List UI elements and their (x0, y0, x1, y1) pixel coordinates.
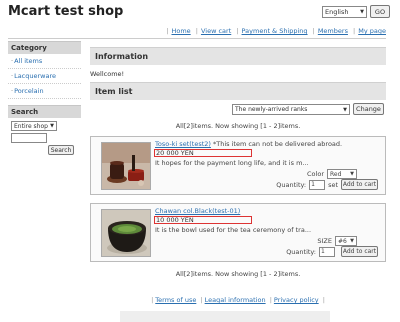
chevron-down-icon: ▼ (350, 171, 354, 177)
sidebar: Category ·All items ·Lacquerware ·Porcel… (8, 41, 81, 158)
header-divider (8, 38, 386, 39)
chevron-down-icon: ▼ (50, 123, 54, 129)
search-input[interactable] (11, 133, 47, 143)
price-label: 20 000 YEN (154, 149, 252, 157)
add-to-cart-button[interactable]: Add to cart (341, 246, 378, 257)
category-heading: Category (8, 41, 81, 54)
quantity-input[interactable]: 1 (319, 246, 335, 257)
option-row: SIZE #6 ▼ (317, 236, 357, 246)
item-list-heading: Item list (90, 82, 386, 100)
language-value: English (325, 8, 349, 16)
chevron-down-icon: ▼ (360, 9, 364, 15)
unit-label: set (328, 180, 338, 189)
nav-members[interactable]: Members (318, 27, 348, 35)
price-label: 10 000 YEN (154, 216, 252, 224)
footer-terms-link[interactable]: Terms of use (155, 296, 196, 304)
sidebar-item-lacquerware[interactable]: ·Lacquerware (8, 69, 81, 84)
item-count-top: All[2]items. Now showing [1 - 2]items. (175, 122, 301, 130)
add-to-cart-button[interactable]: Add to cart (341, 179, 378, 190)
footer-privacy-link[interactable]: Privacy policy (274, 296, 319, 304)
product-description: It hopes for the payment long life, and … (155, 159, 309, 167)
quantity-label: Quantity: (286, 247, 316, 256)
delivery-note: *This item can not be delivered abroad. (210, 140, 343, 148)
quantity-label: Quantity: (276, 180, 307, 189)
top-navigation: | Home | View cart | Payment & Shipping | Me… (166, 27, 386, 35)
option-label: SIZE (317, 237, 332, 245)
product-description: It is the bowl used for the tea ceremony… (155, 226, 312, 234)
quantity-input[interactable]: 1 (309, 179, 326, 190)
search-scope-select[interactable]: Entire shop ▼ (11, 121, 57, 131)
size-select[interactable]: #6 ▼ (335, 236, 357, 246)
product-image[interactable] (101, 209, 151, 257)
nav-payment-shipping[interactable]: Payment & Shipping (242, 27, 308, 35)
nav-view-cart[interactable]: View cart (201, 27, 231, 35)
sidebar-item-porcelain[interactable]: ·Porcelain (8, 84, 81, 99)
product-name-link[interactable]: Chawan col.Black(test-01) (155, 207, 240, 215)
chevron-down-icon: ▼ (343, 106, 347, 113)
list-item: Toso-ki set(test2) *This item can not be… (90, 136, 386, 195)
language-select[interactable]: English ▼ (322, 6, 367, 18)
search-heading: Search (8, 105, 81, 118)
nav-home[interactable]: Home (171, 27, 190, 35)
nav-my-page[interactable]: My page (358, 27, 386, 35)
search-panel: Entire shop ▼ Search (8, 118, 81, 158)
information-heading: Information (90, 47, 386, 65)
item-count-bottom: All[2]items. Now showing [1 - 2]items. (175, 270, 301, 278)
list-item: Chawan col.Black(test-01) 10 000 YEN It … (90, 203, 386, 262)
footer-bar (120, 311, 330, 322)
product-image[interactable] (101, 142, 151, 190)
footer-legal-link[interactable]: Leagal information (205, 296, 266, 304)
main-content: Information Wellcome! Item list The newl… (90, 47, 386, 284)
search-button[interactable]: Search (48, 145, 74, 155)
quantity-row: Quantity: 1 set Add to cart (276, 179, 378, 190)
sidebar-item-all-items[interactable]: ·All items (8, 54, 81, 69)
sort-select[interactable]: The newly-arrived ranks ▼ (232, 104, 350, 115)
color-select[interactable]: Red ▼ (327, 169, 357, 179)
footer-links: | Terms of use | Leagal information | Priva… (151, 296, 325, 304)
go-button[interactable]: GO (370, 5, 390, 18)
site-title: Mcart test shop (8, 4, 124, 19)
product-name-link[interactable]: Toso-ki set(test2) (155, 140, 211, 148)
option-row: Color Red ▼ (307, 169, 357, 179)
change-sort-button[interactable]: Change (353, 103, 384, 115)
chevron-down-icon: ▼ (350, 238, 354, 244)
sort-row: The newly-arrived ranks ▼ Change (90, 100, 386, 116)
welcome-text: Wellcome! (90, 70, 125, 78)
quantity-row: Quantity: 1 Add to cart (286, 246, 378, 257)
option-label: Color (307, 170, 324, 178)
